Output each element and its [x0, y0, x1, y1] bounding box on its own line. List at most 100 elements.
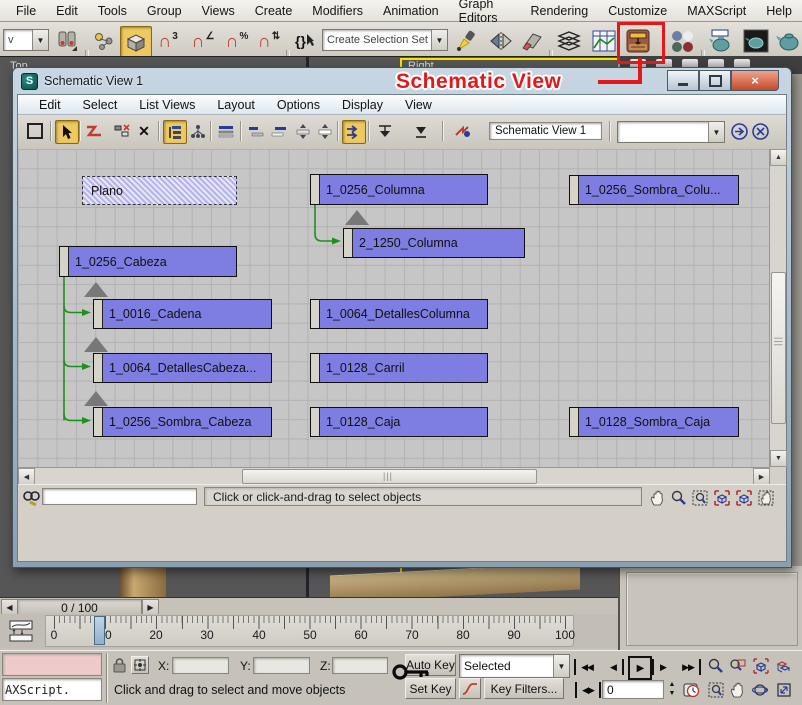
z-coordinate-field[interactable]	[332, 657, 388, 674]
smenu-layout[interactable]: Layout	[206, 98, 266, 112]
free-selected-icon[interactable]	[314, 120, 336, 142]
schematic-node-detalles-columna[interactable]: 1_0064_DetallesColumna	[310, 299, 488, 329]
menu-animation[interactable]: Animation	[373, 4, 449, 18]
preferences-icon[interactable]	[452, 120, 474, 142]
time-configuration-icon[interactable]	[682, 680, 701, 699]
manipulate-icon[interactable]	[52, 27, 82, 55]
pan-icon[interactable]	[648, 488, 667, 507]
bookmark-delete-icon[interactable]	[749, 120, 771, 142]
mini-curve-editor-icon[interactable]	[6, 618, 36, 644]
select-tool-icon[interactable]	[55, 120, 79, 144]
schematic-node-columna[interactable]: 1_0256_Columna	[310, 174, 488, 205]
schematic-node-plano[interactable]: Plano	[82, 176, 237, 205]
zoom-extents-viewport-icon[interactable]	[751, 656, 770, 675]
zoom-extents-all-icon[interactable]	[774, 656, 793, 675]
frame-spinner[interactable]: ▲ ▼	[666, 680, 678, 699]
snap-3d-icon[interactable]: ∩3	[152, 27, 184, 55]
close-button[interactable]: ×	[731, 70, 779, 91]
bookmark-go-icon[interactable]	[728, 120, 750, 142]
key-filter-set-combo[interactable]: Selected ▼	[459, 654, 570, 678]
horizontal-scrollbar[interactable]: ◀ ||| ▶	[18, 467, 770, 484]
menu-create[interactable]: Create	[245, 4, 303, 18]
schematic-node-caja[interactable]: 1_0128_Caja	[310, 407, 488, 437]
next-frame-button[interactable]: ▶	[652, 659, 672, 675]
collapse-triangle[interactable]	[84, 391, 108, 406]
menu-rendering[interactable]: Rendering	[521, 4, 599, 18]
scroll-up-button[interactable]: ▲	[770, 149, 787, 166]
sync-selection-icon[interactable]	[342, 120, 366, 144]
angle-snap-icon[interactable]: ∩∠	[187, 27, 219, 55]
current-frame-marker[interactable]	[94, 616, 105, 645]
key-filter-set-arrow[interactable]: ▼	[553, 655, 569, 677]
minimize-button[interactable]	[667, 70, 699, 91]
horizontal-scroll-thumb[interactable]: |||	[242, 469, 537, 484]
mini-combo[interactable]: v ▼	[3, 29, 49, 51]
spinner-snap-icon[interactable]: ∩⇅	[254, 27, 284, 55]
go-to-start-button[interactable]: ◀◀	[574, 659, 598, 675]
menu-help[interactable]: Help	[756, 4, 802, 18]
schematic-node-carril[interactable]: 1_0128_Carril	[310, 353, 488, 383]
menu-maxscript[interactable]: MAXScript	[677, 4, 756, 18]
zoom-icon[interactable]	[669, 488, 688, 507]
bookmark-combo[interactable]: ▼	[617, 121, 725, 143]
maximize-button[interactable]	[699, 70, 731, 91]
spinner-up-icon[interactable]: ▲	[666, 680, 678, 689]
macro-recorder-pane[interactable]	[2, 653, 102, 676]
menu-tools[interactable]: Tools	[88, 4, 137, 18]
previous-frame-button[interactable]: ◀	[604, 659, 624, 675]
collapse-triangle[interactable]	[84, 282, 108, 297]
zoom-viewport-icon[interactable]	[706, 656, 725, 675]
arrange-children-icon[interactable]	[245, 120, 267, 142]
maximize-viewport-toggle-icon[interactable]	[774, 680, 793, 699]
scroll-right-button[interactable]: ▶	[753, 468, 770, 485]
pan-to-selected-icon[interactable]	[756, 488, 775, 507]
schematic-node-sombra-columna[interactable]: 1_0256_Sombra_Colu...	[569, 175, 739, 205]
zoom-extents-icon[interactable]	[712, 488, 731, 507]
selection-set-combo[interactable]: Create Selection Set ▼	[322, 29, 448, 51]
material-editor-icon[interactable]	[666, 27, 698, 55]
mini-combo-arrow[interactable]: ▼	[32, 30, 48, 50]
selection-set-arrow[interactable]: ▼	[431, 30, 447, 50]
delete-icon[interactable]: ✕	[133, 120, 155, 142]
menu-modifiers[interactable]: Modifiers	[302, 4, 373, 18]
menu-group[interactable]: Group	[137, 4, 192, 18]
menu-file[interactable]: File	[6, 4, 46, 18]
timeline-ruler[interactable]: 0 10 20 30 40 50 60 70 80 90 100	[45, 615, 574, 647]
connect-icon[interactable]	[83, 120, 105, 142]
current-frame-field[interactable]: 0	[602, 680, 664, 699]
isolate-icon[interactable]	[452, 27, 484, 55]
filter-down-icon[interactable]	[374, 120, 396, 142]
vertical-scrollbar[interactable]: ▲ ||| ▼	[769, 149, 786, 467]
schematic-node-sombra-caja[interactable]: 1_0128_Sombra_Caja	[569, 407, 739, 437]
y-coordinate-field[interactable]	[253, 657, 310, 674]
snap-toggle-icon[interactable]	[120, 26, 152, 58]
curve-editor-icon[interactable]	[588, 27, 620, 55]
go-to-end-button[interactable]: ▶▶	[677, 659, 701, 675]
bookmark-arrow[interactable]: ▼	[708, 122, 724, 142]
spinner-down-icon[interactable]: ▼	[666, 689, 678, 698]
hierarchy-mode-icon[interactable]	[163, 120, 187, 144]
zoom-region-icon[interactable]	[690, 488, 709, 507]
bind-icon[interactable]	[89, 27, 119, 55]
smenu-list-views[interactable]: List Views	[128, 98, 206, 112]
absolute-mode-toggle[interactable]	[131, 656, 149, 674]
key-filters-button[interactable]: Key Filters...	[484, 678, 564, 699]
pan-viewport-icon[interactable]	[728, 680, 747, 699]
find-icon[interactable]	[21, 488, 40, 507]
collapse-triangle[interactable]	[345, 210, 369, 225]
set-keys-icon[interactable]	[392, 663, 430, 684]
render-icon[interactable]	[774, 27, 802, 55]
menu-customize[interactable]: Customize	[598, 4, 677, 18]
orbit-icon[interactable]	[751, 680, 770, 699]
reference-mode-icon[interactable]	[187, 120, 209, 142]
schematic-node-cabeza[interactable]: 1_0256_Cabeza	[59, 246, 237, 277]
smenu-view[interactable]: View	[394, 98, 443, 112]
free-all-icon[interactable]	[292, 120, 314, 142]
schematic-canvas[interactable]: Plano 1_0256_Columna 1_0256_Sombra_Colu.…	[18, 149, 770, 467]
scroll-left-button[interactable]: ◀	[18, 468, 35, 485]
smenu-select[interactable]: Select	[72, 98, 129, 112]
menu-views[interactable]: Views	[192, 4, 245, 18]
zoom-extents-selected-icon[interactable]	[734, 488, 753, 507]
schematic-node-sombra-cabeza[interactable]: 1_0256_Sombra_Cabeza	[93, 407, 272, 437]
filter-up-icon[interactable]	[410, 120, 432, 142]
